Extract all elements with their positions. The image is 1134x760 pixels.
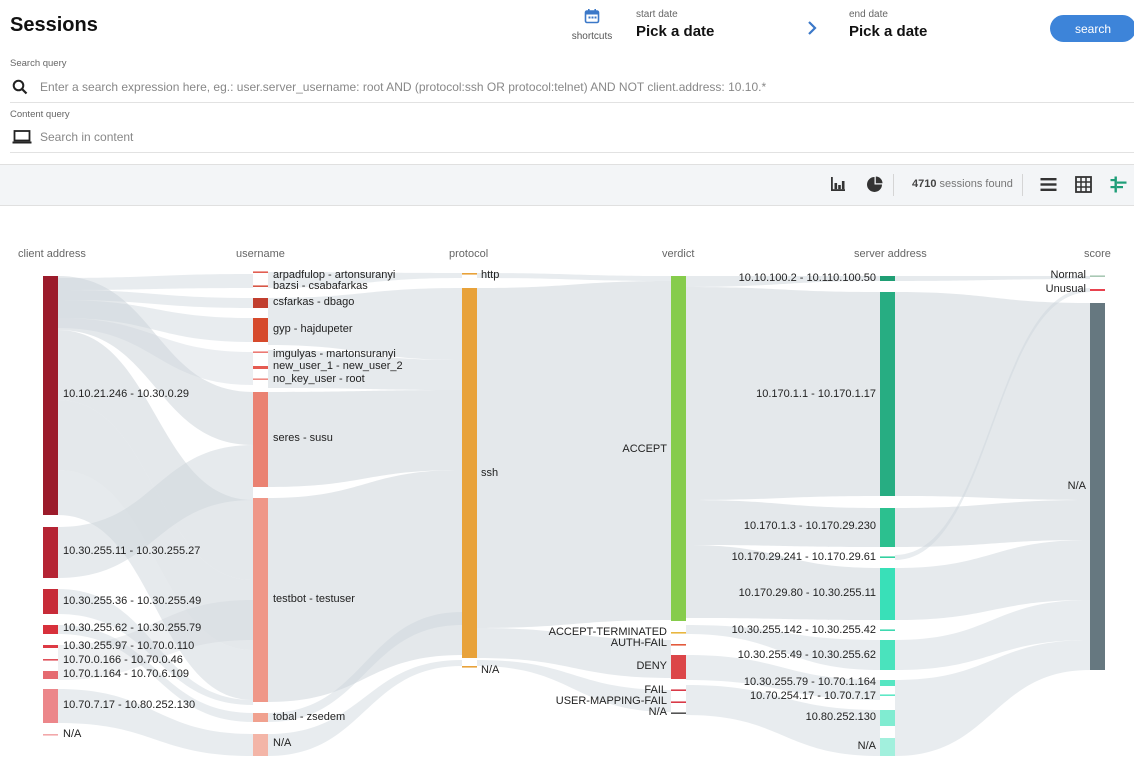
verdict-node[interactable] [671, 276, 686, 621]
client-label: 10.70.0.166 - 10.70.0.46 [63, 654, 183, 666]
client-label: 10.30.255.11 - 10.30.255.27 [63, 545, 201, 557]
sankey-link [895, 500, 1090, 547]
score-label: Unusual [1045, 283, 1086, 295]
score-label: N/A [1067, 480, 1086, 492]
server-node[interactable] [880, 680, 895, 686]
client-node[interactable] [43, 689, 58, 723]
username-label: tobal - zsedem [273, 711, 346, 723]
client-node[interactable] [43, 527, 58, 578]
server-label: 10.70.254.17 - 10.70.7.17 [750, 690, 876, 702]
client-label: 10.30.255.36 - 10.30.255.49 [63, 595, 202, 607]
server-label: 10.30.255.79 - 10.70.1.164 [743, 676, 876, 688]
score-label: Normal [1050, 269, 1086, 281]
client-label: 10.30.255.97 - 10.70.0.110 [63, 640, 195, 652]
server-label: 10.170.1.3 - 10.170.29.230 [743, 520, 876, 532]
username-node[interactable] [253, 713, 268, 722]
username-node[interactable] [253, 366, 268, 369]
server-label: 10.170.1.1 - 10.170.1.17 [756, 388, 876, 400]
verdict-label: AUTH-FAIL [610, 637, 667, 649]
username-node[interactable] [253, 318, 268, 342]
server-node[interactable] [880, 710, 895, 726]
client-node[interactable] [43, 276, 58, 515]
server-node[interactable] [880, 738, 895, 756]
server-label: N/A [857, 740, 876, 752]
username-label: testbot - testuser [273, 593, 355, 605]
server-node[interactable] [880, 508, 895, 547]
server-label: 10.10.100.2 - 10.110.100.50 [738, 272, 876, 284]
client-node[interactable] [43, 625, 58, 634]
server-node[interactable] [880, 276, 895, 281]
username-label: gyp - hajdupeter [273, 323, 353, 335]
protocol-label: ssh [481, 467, 499, 479]
client-label: 10.30.255.62 - 10.30.255.79 [63, 622, 202, 634]
username-node[interactable] [253, 498, 268, 702]
username-label: new_user_1 - new_user_2 [273, 360, 403, 372]
score-node[interactable] [1090, 303, 1105, 670]
client-label: 10.10.21.246 - 10.30.0.29 [63, 388, 189, 400]
server-label: 10.170.29.241 - 10.170.29.61 [731, 551, 876, 563]
server-label: 10.30.255.142 - 10.30.255.42 [731, 624, 876, 636]
username-label: bazsi - csabafarkas [273, 280, 368, 292]
client-label: 10.70.1.164 - 10.70.6.109 [63, 668, 189, 680]
username-label: imgulyas - martonsuranyi [273, 348, 396, 360]
username-label: csfarkas - dbago [273, 296, 355, 308]
server-node[interactable] [880, 640, 895, 670]
username-label: no_key_user - root [273, 373, 365, 385]
sankey-link [58, 274, 253, 290]
username-node[interactable] [253, 298, 268, 308]
username-label: N/A [273, 737, 292, 749]
server-label: 10.30.255.49 - 10.30.255.62 [737, 649, 876, 661]
client-label: 10.70.7.17 - 10.80.252.130 [63, 699, 196, 711]
sankey-link [895, 292, 1090, 500]
protocol-label: http [481, 269, 500, 281]
protocol-node[interactable] [462, 288, 477, 658]
verdict-label: ACCEPT [622, 443, 667, 455]
username-label: seres - susu [273, 432, 333, 444]
client-label: N/A [63, 728, 82, 740]
server-node[interactable] [880, 292, 895, 496]
verdict-label: DENY [636, 660, 667, 672]
server-label: 10.170.29.80 - 10.30.255.11 [738, 587, 876, 599]
server-node[interactable] [880, 568, 895, 620]
client-node[interactable] [43, 589, 58, 614]
client-node[interactable] [43, 671, 58, 679]
verdict-label: N/A [648, 706, 667, 718]
server-label: 10.80.252.130 [805, 711, 876, 723]
username-node[interactable] [253, 392, 268, 487]
username-node[interactable] [253, 734, 268, 756]
